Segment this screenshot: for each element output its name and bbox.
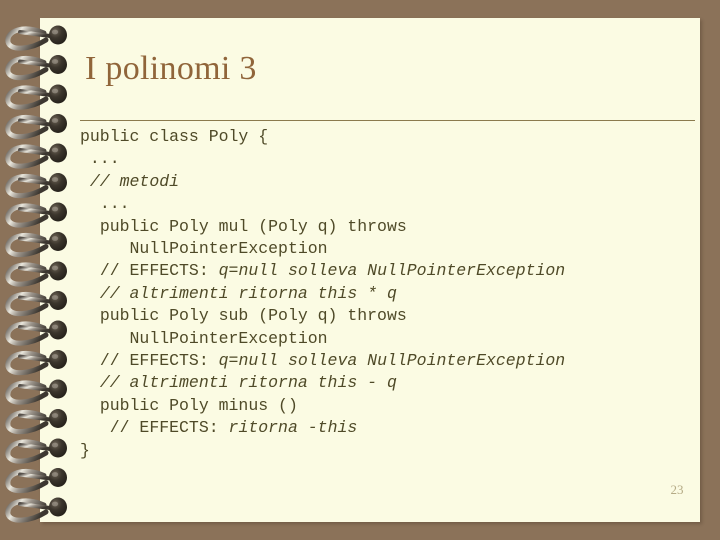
code-line: // EFFECTS: q=null solleva NullPointerEx… <box>80 260 700 282</box>
code-segment: // EFFECTS: <box>99 261 219 281</box>
code-line: // EFFECTS: ritorna -this <box>80 417 700 439</box>
code-segment: // altrimenti ritorna this * q <box>99 283 397 303</box>
code-segment: public Poly sub (Poly q) throws <box>99 306 407 326</box>
page-number: 23 <box>670 482 684 497</box>
code-segment: NullPointerException <box>129 239 328 259</box>
code-line: // altrimenti ritorna this * q <box>80 283 700 305</box>
code-line: public class Poly { <box>80 126 700 148</box>
code-line: NullPointerException <box>80 238 700 260</box>
slide-root: I polinomi 3 public class Poly { ... // … <box>0 0 720 540</box>
code-line: ... <box>80 193 700 215</box>
code-line: // altrimenti ritorna this - q <box>80 372 700 394</box>
code-line: // EFFECTS: q=null solleva NullPointerEx… <box>80 350 700 372</box>
code-segment: ritorna -this <box>228 418 358 438</box>
code-segment: NullPointerException <box>129 328 328 348</box>
code-segment: // metodi <box>89 171 180 191</box>
code-segment: public Poly minus () <box>99 395 298 415</box>
code-segment: // EFFECTS: <box>99 351 219 371</box>
code-segment: ... <box>89 149 120 169</box>
code-segment: q=null solleva NullPointerException <box>218 261 566 281</box>
code-line: public Poly mul (Poly q) throws <box>80 216 700 238</box>
code-line: } <box>80 440 700 462</box>
code-segment: public class Poly { <box>80 127 269 146</box>
code-line: public Poly minus () <box>80 395 700 417</box>
title-divider <box>80 120 695 121</box>
page-title: I polinomi 3 <box>85 50 257 87</box>
code-block: public class Poly { ... // metodi ... pu… <box>80 126 700 462</box>
code-segment: public Poly mul (Poly q) throws <box>99 216 407 236</box>
code-segment: } <box>80 440 90 460</box>
code-line: NullPointerException <box>80 328 700 350</box>
code-segment: q=null solleva NullPointerException <box>218 351 566 371</box>
code-segment: ... <box>99 194 130 214</box>
code-line: // metodi <box>80 171 700 193</box>
code-line: public Poly sub (Poly q) throws <box>80 305 700 327</box>
code-segment: // altrimenti ritorna this - q <box>99 373 397 393</box>
code-line: ... <box>80 148 700 170</box>
code-segment: // EFFECTS: <box>109 418 229 438</box>
